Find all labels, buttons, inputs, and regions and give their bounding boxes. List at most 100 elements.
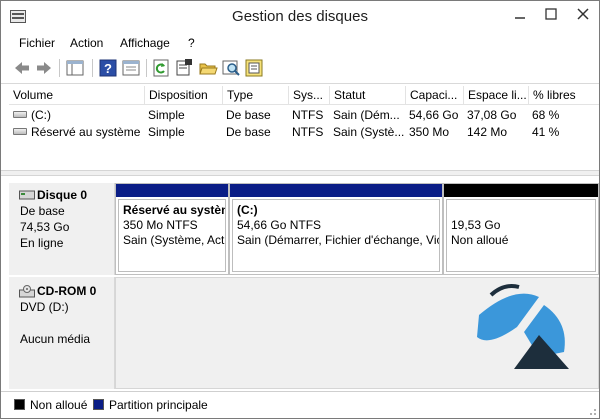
- properties-icon[interactable]: [174, 58, 194, 78]
- forward-arrow-icon[interactable]: [34, 58, 54, 78]
- column-capacity[interactable]: Capaci...: [405, 86, 463, 105]
- console-tree-icon[interactable]: [65, 58, 85, 78]
- drive-icon: [13, 111, 27, 119]
- column-filesystem[interactable]: Sys...: [288, 86, 329, 105]
- window-title: Gestion des disques: [232, 8, 368, 25]
- disk-kind: De base: [20, 204, 65, 218]
- toolbar-separator: [146, 59, 147, 77]
- legend-item-unallocated: Non alloué: [14, 398, 87, 412]
- type-cell: De base: [226, 108, 271, 122]
- disk-name: CD-ROM 0: [37, 284, 97, 298]
- column-disposition[interactable]: Disposition: [144, 86, 222, 105]
- free-space-cell: 142 Mo: [467, 125, 508, 139]
- partition-status: Non alloué: [451, 233, 509, 247]
- primary-partition-bar: [116, 184, 228, 197]
- resize-grip-icon[interactable]: [585, 404, 597, 416]
- legend-item-primary: Partition principale: [93, 398, 208, 412]
- disk-row-disque-0: Disque 0 De base 74,53 Go En ligne Réser…: [9, 183, 599, 275]
- filesystem-cell: NTFS: [292, 125, 324, 139]
- partition-details: (C:) 54,66 Go NTFS Sain (Démarrer, Fichi…: [232, 199, 440, 272]
- rescan-icon[interactable]: [244, 58, 264, 78]
- back-arrow-icon[interactable]: [12, 58, 32, 78]
- open-folder-icon[interactable]: [198, 58, 218, 78]
- percent-free-cell: 41 %: [532, 125, 560, 139]
- volume-name: (C:): [31, 108, 51, 122]
- toolbar-separator: [59, 59, 60, 77]
- status-cell: Sain (Dém...: [333, 108, 400, 122]
- partition-title: [451, 203, 595, 218]
- disk-size: 74,53 Go: [20, 220, 70, 234]
- partition-size: 350 Mo NTFS: [123, 218, 198, 232]
- capacity-cell: 350 Mo: [409, 125, 450, 139]
- disk-state: En ligne: [20, 236, 64, 250]
- volume-list-header: Volume Disposition Type Sys... Statut Ca…: [9, 86, 599, 105]
- disk-graphical-view: Disque 0 De base 74,53 Go En ligne Réser…: [9, 177, 599, 389]
- capacity-cell: 54,66 Go: [409, 108, 459, 122]
- menu-bar: Fichier Action Affichage ?: [1, 32, 599, 54]
- menu-action[interactable]: Action: [70, 36, 103, 50]
- menu-fichier[interactable]: Fichier: [19, 36, 55, 50]
- partition-unallocated[interactable]: 19,53 Go Non alloué: [443, 183, 599, 275]
- partition-size: 19,53 Go: [451, 218, 501, 232]
- cdrom-drive-icon: [19, 285, 35, 298]
- filesystem-cell: NTFS: [292, 108, 324, 122]
- partition-details: Réservé au systèm 350 Mo NTFS Sain (Syst…: [118, 199, 226, 272]
- svg-text:?: ?: [104, 61, 112, 76]
- title-bar: Gestion des disques: [1, 1, 599, 32]
- column-free-space[interactable]: Espace li...: [463, 86, 528, 105]
- partition-title: (C:): [237, 203, 258, 217]
- primary-partition-bar: [230, 184, 442, 197]
- disk-media: Aucun média: [20, 332, 91, 346]
- hard-disk-icon: [19, 190, 35, 200]
- legend-label: Partition principale: [109, 398, 208, 412]
- refresh-icon[interactable]: [151, 58, 171, 78]
- percent-free-cell: 68 %: [532, 108, 560, 122]
- disk-label-panel[interactable]: Disque 0 De base 74,53 Go En ligne: [9, 183, 115, 275]
- disk-name: Disque 0: [37, 188, 88, 202]
- volume-cell: (C:): [9, 107, 144, 124]
- minimize-icon[interactable]: [511, 5, 529, 23]
- partition-title: Réservé au systèm: [123, 203, 226, 217]
- column-percent-free[interactable]: % libres: [528, 86, 599, 105]
- legend-label: Non alloué: [30, 398, 88, 412]
- legend-bar: Non alloué Partition principale: [1, 391, 599, 418]
- disk-label-panel[interactable]: CD-ROM 0 DVD (D:) Aucun média: [9, 277, 115, 389]
- pane-splitter[interactable]: [1, 170, 599, 176]
- volume-list: Volume Disposition Type Sys... Statut Ca…: [9, 86, 599, 170]
- toolbar-separator: [92, 59, 93, 77]
- help-icon[interactable]: ?: [98, 58, 118, 78]
- partition-status: Sain (Démarrer, Fichier d'échange, Vic: [237, 233, 440, 247]
- disposition-cell: Simple: [148, 125, 185, 139]
- status-cell: Sain (Systè...: [333, 125, 405, 139]
- volume-name: Réservé au système: [31, 125, 141, 139]
- disk-management-window: Gestion des disques Fichier Action Affic…: [0, 0, 600, 419]
- partition-size: 54,66 Go NTFS: [237, 218, 322, 232]
- free-space-cell: 37,08 Go: [467, 108, 517, 122]
- table-row[interactable]: Réservé au système Simple De base NTFS S…: [9, 124, 599, 141]
- maximize-icon[interactable]: [542, 5, 560, 23]
- properties-pane-icon[interactable]: [121, 58, 141, 78]
- partition-c-drive[interactable]: (C:) 54,66 Go NTFS Sain (Démarrer, Fichi…: [229, 183, 443, 275]
- menu-affichage[interactable]: Affichage: [120, 36, 170, 50]
- partition-status: Sain (Système, Acti: [123, 233, 226, 247]
- partition-system-reserved[interactable]: Réservé au systèm 350 Mo NTFS Sain (Syst…: [115, 183, 229, 275]
- menu-help[interactable]: ?: [188, 36, 195, 50]
- drive-icon: [13, 128, 27, 136]
- volume-cell: Réservé au système: [9, 124, 144, 141]
- unallocated-bar: [444, 184, 598, 197]
- disk-row-cdrom-0: CD-ROM 0 DVD (D:) Aucun média: [9, 277, 599, 389]
- type-cell: De base: [226, 125, 271, 139]
- column-type[interactable]: Type: [222, 86, 288, 105]
- disposition-cell: Simple: [148, 108, 185, 122]
- disk-kind: DVD (D:): [20, 300, 69, 314]
- close-icon[interactable]: [574, 5, 592, 23]
- legend-swatch: [14, 399, 25, 410]
- column-status[interactable]: Statut: [329, 86, 405, 105]
- watermark-logo: [477, 284, 569, 369]
- column-volume[interactable]: Volume: [9, 86, 144, 105]
- partition-details: 19,53 Go Non alloué: [446, 199, 596, 272]
- toolbar: ?: [1, 54, 599, 84]
- legend-swatch: [93, 399, 104, 410]
- table-row[interactable]: (C:) Simple De base NTFS Sain (Dém... 54…: [9, 107, 599, 124]
- explore-icon[interactable]: [221, 58, 241, 78]
